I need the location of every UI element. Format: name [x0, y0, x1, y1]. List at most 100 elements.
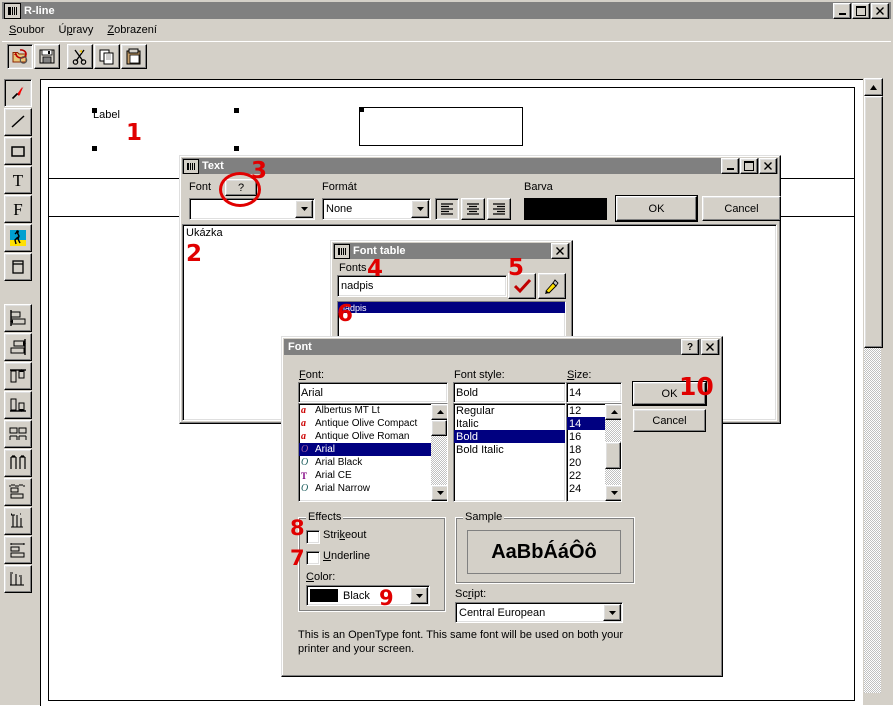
vertical-scrollbar[interactable] [864, 78, 881, 705]
align-right-icon[interactable] [4, 333, 32, 361]
font-size-list[interactable]: 12 14 16 18 20 22 24 [566, 403, 622, 502]
list-item[interactable]: Regular [454, 404, 565, 417]
same-height-icon[interactable] [4, 565, 32, 593]
maximize-button[interactable] [852, 3, 870, 19]
paste-icon[interactable] [121, 44, 147, 69]
list-item[interactable]: Bold Italic [454, 443, 565, 456]
font-name-list[interactable]: a Albertus MT Lt a Antique Olive Compact… [298, 403, 448, 502]
font-cancel-button[interactable]: Cancel [633, 409, 706, 432]
font-table-close[interactable] [551, 243, 569, 259]
close-button[interactable] [871, 3, 889, 19]
align-center-v-icon[interactable] [4, 449, 32, 477]
selection-handle[interactable] [92, 108, 97, 113]
font-list-scrollbar[interactable] [431, 404, 447, 501]
table-tool[interactable] [4, 253, 32, 281]
font-combo[interactable] [189, 198, 315, 220]
list-item[interactable]: O Arial Black [299, 456, 431, 469]
text-ok-button[interactable]: OK [616, 196, 697, 221]
selection-handle[interactable] [234, 108, 239, 113]
box-handle[interactable] [360, 108, 364, 112]
chevron-down-icon[interactable] [295, 200, 313, 218]
strikeout-checkbox[interactable] [306, 530, 320, 544]
font-help-button[interactable]: ? [225, 179, 257, 196]
color-combo[interactable]: Black [306, 585, 430, 606]
copy-icon[interactable] [94, 44, 120, 69]
menu-soubor[interactable]: Soubor [2, 22, 51, 38]
scroll-down-button[interactable] [605, 485, 622, 501]
list-item[interactable]: T Arial CE [299, 469, 431, 482]
scroll-thumb[interactable] [605, 442, 621, 469]
confirm-button[interactable] [508, 273, 536, 299]
align-left-icon[interactable] [4, 304, 32, 332]
font-style-list[interactable]: Regular Italic Bold Bold Italic [453, 403, 566, 502]
font-size-input[interactable]: 14 [566, 382, 622, 403]
font-ok-button[interactable]: OK [633, 382, 706, 405]
text-dialog-minimize[interactable] [721, 158, 739, 174]
menu-zobrazeni[interactable]: Zobrazení [100, 22, 164, 38]
scroll-track[interactable] [605, 420, 621, 442]
distribute-v-icon[interactable] [4, 507, 32, 535]
same-width-icon[interactable] [4, 536, 32, 564]
scroll-up-button[interactable] [605, 404, 622, 420]
list-item[interactable]: 20 [567, 456, 605, 469]
list-item[interactable]: 16 [567, 430, 605, 443]
font-table-list[interactable]: nadpis [337, 301, 566, 338]
chevron-down-icon[interactable] [603, 604, 621, 621]
font-name-input[interactable]: Arial [298, 382, 448, 403]
scroll-thumb[interactable] [431, 420, 447, 436]
selection-handle[interactable] [234, 146, 239, 151]
line-tool[interactable] [4, 108, 32, 136]
field-tool[interactable]: F [4, 195, 32, 223]
text-dialog-close[interactable] [759, 158, 777, 174]
list-item[interactable]: a Albertus MT Lt [299, 404, 431, 417]
font-dialog-help-button[interactable]: ? [681, 339, 699, 355]
save-icon[interactable] [34, 44, 60, 69]
minimize-button[interactable] [833, 3, 851, 19]
scroll-track[interactable] [605, 469, 621, 485]
text-cancel-button[interactable]: Cancel [702, 196, 781, 221]
list-item[interactable]: Bold [454, 430, 565, 443]
open-icon[interactable] [7, 44, 33, 69]
script-combo[interactable]: Central European [455, 602, 623, 623]
text-dialog-maximize[interactable] [740, 158, 758, 174]
list-item[interactable]: 24 [567, 482, 605, 495]
selection-handle[interactable] [92, 146, 97, 151]
list-item[interactable]: Italic [454, 417, 565, 430]
align-left-button[interactable] [435, 198, 459, 220]
rectangle-tool[interactable] [4, 137, 32, 165]
underline-checkbox[interactable] [306, 551, 320, 565]
format-combo[interactable]: None [322, 198, 431, 220]
list-item[interactable]: nadpis [338, 302, 565, 313]
color-swatch[interactable] [524, 198, 607, 220]
align-center-h-icon[interactable] [4, 420, 32, 448]
cut-icon[interactable] [67, 44, 93, 69]
scroll-track[interactable] [864, 348, 881, 693]
pointer-tool[interactable] [4, 79, 32, 107]
list-item[interactable]: O Arial Narrow [299, 482, 431, 495]
chevron-down-icon[interactable] [411, 200, 429, 218]
scroll-down-button[interactable] [431, 485, 448, 501]
distribute-h-icon[interactable] [4, 478, 32, 506]
list-item[interactable]: 18 [567, 443, 605, 456]
scroll-track[interactable] [431, 436, 447, 485]
scroll-up-button[interactable] [864, 78, 883, 96]
list-item[interactable]: 12 [567, 404, 605, 417]
list-item[interactable]: a Antique Olive Compact [299, 417, 431, 430]
align-right-button[interactable] [487, 198, 511, 220]
size-list-scrollbar[interactable] [605, 404, 621, 501]
canvas-label-text[interactable]: Label [93, 109, 120, 121]
align-center-button[interactable] [461, 198, 485, 220]
font-dialog-close[interactable] [701, 339, 719, 355]
menu-upravy[interactable]: Úpravy [51, 22, 100, 38]
list-item[interactable]: 14 [567, 417, 605, 430]
align-bottom-icon[interactable] [4, 391, 32, 419]
fonts-input[interactable]: nadpis [337, 275, 507, 297]
list-item[interactable]: O Arial [299, 443, 431, 456]
align-top-icon[interactable] [4, 362, 32, 390]
text-tool[interactable]: T [4, 166, 32, 194]
list-item[interactable]: 22 [567, 469, 605, 482]
image-tool[interactable] [4, 224, 32, 252]
scroll-thumb[interactable] [864, 96, 883, 348]
list-item[interactable]: a Antique Olive Roman [299, 430, 431, 443]
canvas-empty-box[interactable] [359, 107, 523, 146]
